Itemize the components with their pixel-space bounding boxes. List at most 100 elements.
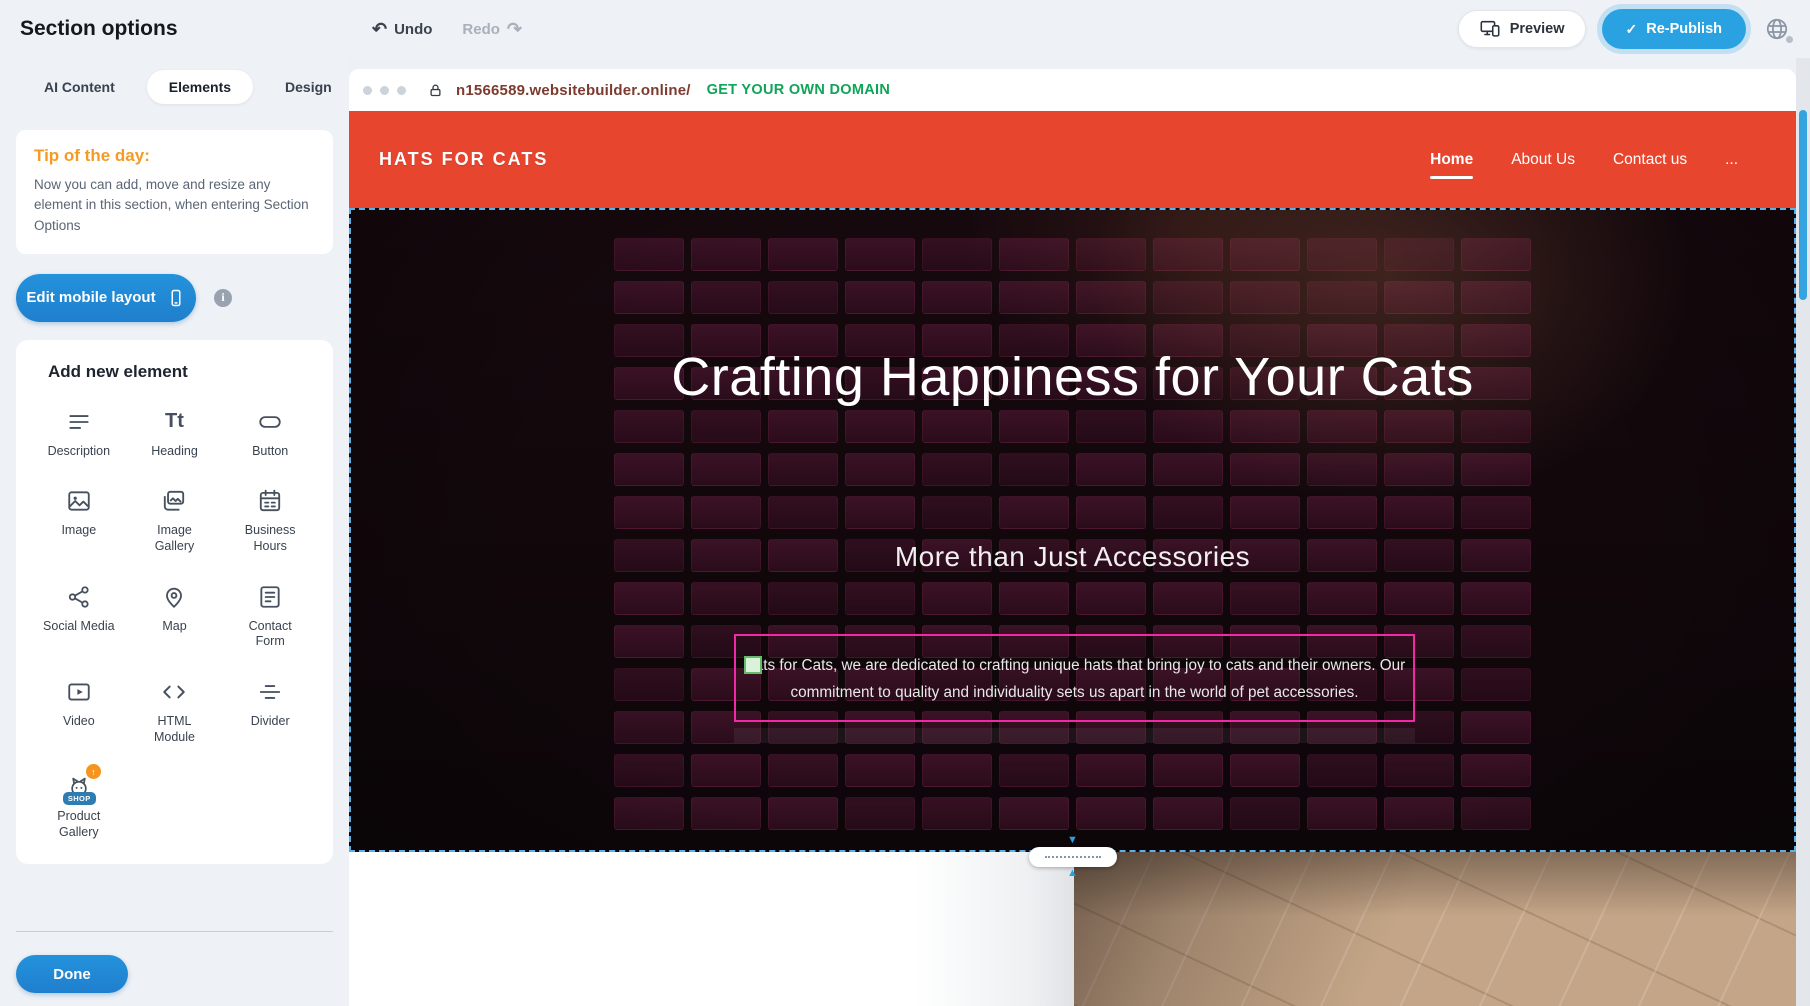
window-dot — [380, 86, 389, 95]
element-item-product-gallery[interactable]: ↑ SHOP Product Gallery — [34, 771, 124, 840]
selected-text-element[interactable]: Hats for Cats, we are dedicated to craft… — [734, 634, 1415, 722]
redo-button[interactable]: Redo ↷ — [462, 20, 522, 38]
nav-item-home[interactable]: Home — [1430, 151, 1473, 169]
element-label: Video — [63, 714, 95, 730]
element-grid: Description Tt Heading Button Ima — [34, 406, 315, 841]
dotted-line — [1045, 856, 1101, 858]
undo-label: Undo — [394, 21, 432, 38]
tip-of-the-day-card: Tip of the day: Now you can add, move an… — [16, 130, 333, 254]
window-dot — [397, 86, 406, 95]
section-resize-handle[interactable]: ▼ ▲ — [1029, 835, 1117, 879]
arrow-up-icon: ▲ — [1067, 868, 1078, 879]
element-label: Divider — [251, 714, 290, 730]
product-gallery-icon: ↑ SHOP — [61, 771, 97, 803]
element-label: Button — [252, 444, 288, 460]
preview-button[interactable]: Preview — [1458, 10, 1586, 48]
nav-item-about[interactable]: About Us — [1511, 151, 1575, 169]
app-window: Section options ↶ Undo Redo ↷ P — [0, 0, 1810, 1006]
selection-drag-handle[interactable] — [744, 656, 762, 674]
edit-mobile-layout-button[interactable]: Edit mobile layout — [16, 274, 196, 322]
language-globe-button[interactable] — [1762, 14, 1792, 44]
tip-body: Now you can add, move and resize any ele… — [34, 175, 315, 236]
redo-label: Redo — [462, 21, 500, 38]
undo-icon: ↶ — [372, 20, 387, 38]
topbar: Section options ↶ Undo Redo ↷ P — [0, 0, 1810, 58]
tab-elements[interactable]: Elements — [147, 70, 253, 104]
hero-heading[interactable]: Crafting Happiness for Your Cats — [351, 338, 1794, 416]
tab-ai-content[interactable]: AI Content — [40, 70, 119, 104]
social-media-icon — [66, 581, 92, 613]
element-item-html-module[interactable]: HTML Module — [130, 676, 220, 745]
element-label: Business Hours — [233, 523, 307, 554]
next-section-background — [349, 852, 1074, 1006]
element-label: Image — [61, 523, 96, 539]
republish-label: Re-Publish — [1646, 21, 1722, 37]
lock-icon — [428, 83, 443, 98]
element-item-social-media[interactable]: Social Media — [34, 581, 124, 650]
resize-pill[interactable] — [1029, 847, 1117, 867]
site-url[interactable]: n1566589.websitebuilder.online/ — [456, 82, 691, 99]
browser-bar: n1566589.websitebuilder.online/ GET YOUR… — [349, 69, 1796, 111]
sidebar-divider — [16, 931, 333, 932]
video-icon — [66, 676, 92, 708]
scrollbar-track[interactable] — [1796, 58, 1810, 1006]
add-element-title: Add new element — [34, 362, 315, 382]
element-label: Contact Form — [233, 619, 307, 650]
element-label: Product Gallery — [42, 809, 116, 840]
image-gallery-icon — [161, 485, 187, 517]
undo-button[interactable]: ↶ Undo — [372, 20, 432, 38]
mobile-layout-row: Edit mobile layout i — [16, 274, 333, 322]
tab-design[interactable]: Design — [281, 70, 336, 104]
phone-icon — [166, 288, 186, 308]
element-label: Social Media — [43, 619, 115, 635]
element-item-image-gallery[interactable]: Image Gallery — [130, 485, 220, 554]
next-section-image — [1074, 852, 1796, 1006]
element-item-heading[interactable]: Tt Heading — [130, 406, 220, 460]
contact-form-icon — [257, 581, 283, 613]
scrollbar-thumb[interactable] — [1799, 110, 1807, 300]
nav-item-more[interactable]: ... — [1725, 151, 1738, 169]
arrow-down-icon: ▼ — [1067, 835, 1078, 846]
site-canvas: n1566589.websitebuilder.online/ GET YOUR… — [349, 69, 1796, 1006]
done-button[interactable]: Done — [16, 955, 128, 993]
element-label: Map — [162, 619, 186, 635]
redo-icon: ↷ — [507, 20, 522, 38]
hero-subheading[interactable]: More than Just Accessories — [351, 540, 1794, 574]
element-item-video[interactable]: Video — [34, 676, 124, 745]
sidebar: AI Content Elements Design Tip of the da… — [0, 58, 349, 1006]
info-icon[interactable]: i — [214, 289, 232, 307]
element-item-button[interactable]: Button — [225, 406, 315, 460]
check-icon: ✓ — [1626, 21, 1638, 38]
window-dot — [363, 86, 372, 95]
hero-section-selected[interactable]: Crafting Happiness for Your Cats More th… — [349, 208, 1796, 852]
hero-heading-text: Crafting Happiness for Your Cats — [671, 338, 1473, 416]
site-logo[interactable]: HATS FOR CATS — [379, 149, 548, 170]
history-controls: ↶ Undo Redo ↷ — [372, 0, 522, 58]
shop-badge: SHOP — [63, 792, 96, 805]
site-header: HATS FOR CATS Home About Us Contact us .… — [349, 111, 1796, 208]
element-item-divider[interactable]: Divider — [225, 676, 315, 745]
element-item-description[interactable]: Description — [34, 406, 124, 460]
devices-icon — [1479, 18, 1501, 40]
element-label: Description — [48, 444, 111, 460]
globe-badge — [1786, 36, 1793, 43]
hero-paragraph[interactable]: Hats for Cats, we are dedicated to craft… — [736, 636, 1413, 706]
element-item-image[interactable]: Image — [34, 485, 124, 554]
add-element-panel: Add new element Description Tt Heading — [16, 340, 333, 865]
element-label: Heading — [151, 444, 198, 460]
republish-button[interactable]: ✓ Re-Publish — [1602, 9, 1746, 49]
element-item-map[interactable]: Map — [130, 581, 220, 650]
page-title: Section options — [20, 17, 178, 41]
map-icon — [161, 581, 187, 613]
heading-icon: Tt — [165, 406, 184, 438]
sidebar-tabs: AI Content Elements Design — [0, 58, 349, 104]
element-label: Image Gallery — [137, 523, 211, 554]
nav-item-contact[interactable]: Contact us — [1613, 151, 1687, 169]
business-hours-icon — [257, 485, 283, 517]
element-item-contact-form[interactable]: Contact Form — [225, 581, 315, 650]
edit-mobile-label: Edit mobile layout — [26, 289, 155, 306]
element-item-business-hours[interactable]: Business Hours — [225, 485, 315, 554]
get-domain-link[interactable]: GET YOUR OWN DOMAIN — [707, 82, 890, 98]
window-dots — [363, 86, 406, 95]
topbar-actions: Preview ✓ Re-Publish — [1458, 0, 1792, 58]
